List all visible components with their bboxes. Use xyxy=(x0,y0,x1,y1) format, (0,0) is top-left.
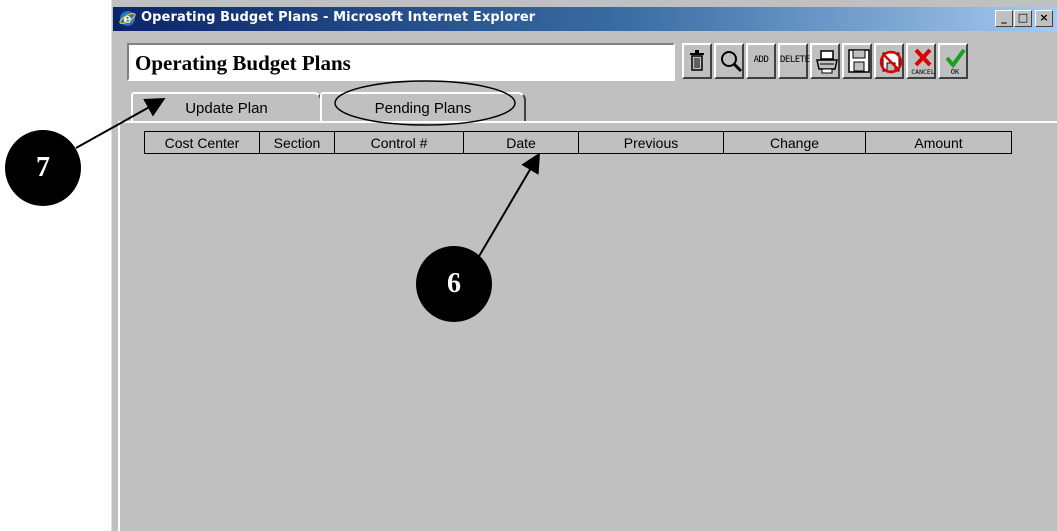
annotation-overlay xyxy=(75,80,541,259)
callout-badge-6: 6 xyxy=(416,246,492,322)
callout-arrow-7 xyxy=(75,98,166,149)
highlight-ellipse xyxy=(334,80,516,126)
callout-arrow-6 xyxy=(477,152,541,259)
callout-badge-7: 7 xyxy=(5,130,81,206)
